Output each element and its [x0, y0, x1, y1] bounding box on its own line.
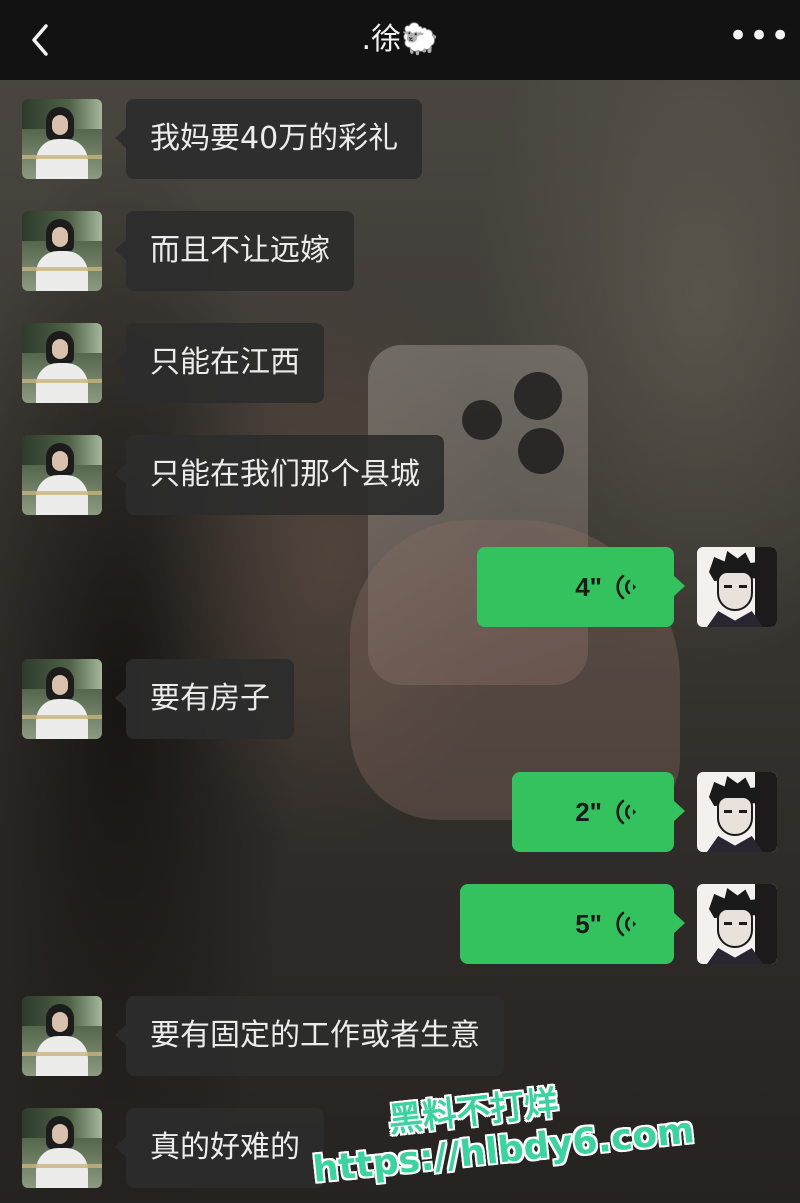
contact-avatar[interactable]	[22, 435, 102, 515]
incoming-text-bubble[interactable]: 只能在我们那个县城	[115, 435, 444, 515]
contact-avatar[interactable]	[22, 659, 102, 739]
incoming-text-bubble[interactable]: 只能在江西	[115, 323, 324, 403]
contact-avatar[interactable]	[22, 99, 102, 179]
incoming-text-bubble[interactable]: 而且不让远嫁	[115, 211, 354, 291]
chat-title: .徐🐑	[361, 22, 439, 57]
voice-duration: 5"	[575, 909, 602, 939]
my-avatar[interactable]	[697, 884, 777, 964]
chat-screen: .徐🐑 ••• 我妈要40万的彩礼 而且不让远嫁 只能在江西 只能在我们那个县城…	[0, 0, 800, 1203]
message-row: 我妈要40万的彩礼	[0, 99, 800, 179]
outgoing-voice-bubble[interactable]: 4"	[477, 547, 685, 627]
voice-wave-icon	[616, 574, 636, 600]
contact-avatar[interactable]	[22, 323, 102, 403]
incoming-text-bubble[interactable]: 要有固定的工作或者生意	[115, 996, 504, 1076]
voice-wave-icon	[616, 799, 636, 825]
chat-header: .徐🐑 •••	[0, 0, 800, 80]
voice-duration: 4"	[575, 572, 602, 602]
contact-avatar[interactable]	[22, 996, 102, 1076]
contact-avatar[interactable]	[22, 211, 102, 291]
message-row: 2"	[0, 772, 800, 852]
message-row: 只能在江西	[0, 323, 800, 403]
voice-duration: 2"	[575, 797, 602, 827]
message-row: 而且不让远嫁	[0, 211, 800, 291]
voice-wave-icon	[616, 911, 636, 937]
outgoing-voice-bubble[interactable]: 5"	[460, 884, 685, 964]
contact-avatar[interactable]	[22, 1108, 102, 1188]
message-row: 只能在我们那个县城	[0, 435, 800, 515]
outgoing-voice-bubble[interactable]: 2"	[512, 772, 685, 852]
message-row: 要有固定的工作或者生意	[0, 996, 800, 1076]
message-row: 4"	[0, 547, 800, 627]
my-avatar[interactable]	[697, 547, 777, 627]
my-avatar[interactable]	[697, 772, 777, 852]
message-row: 5"	[0, 884, 800, 964]
incoming-text-bubble[interactable]: 我妈要40万的彩礼	[114, 99, 423, 179]
message-row: 要有房子	[0, 659, 800, 739]
incoming-text-bubble[interactable]: 真的好难的	[115, 1108, 324, 1188]
more-options-button[interactable]: •••	[728, 19, 790, 58]
incoming-text-bubble[interactable]: 要有房子	[115, 659, 294, 739]
